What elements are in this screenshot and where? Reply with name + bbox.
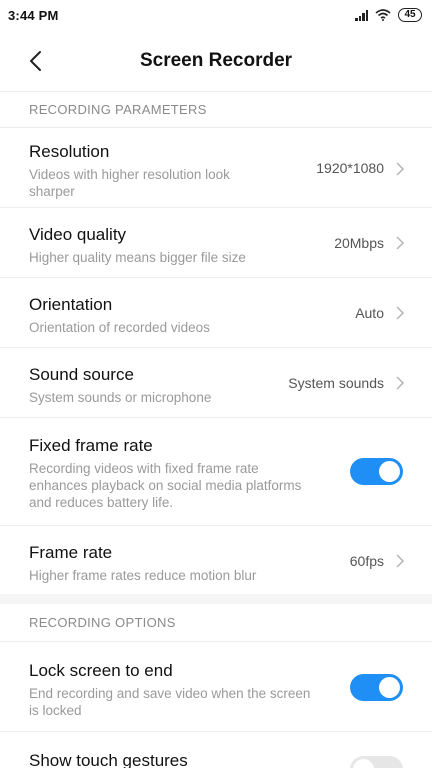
setting-subtitle: Higher quality means bigger file size <box>29 250 246 265</box>
setting-subtitle: is locked <box>29 703 82 718</box>
toggle-knob <box>353 759 374 768</box>
setting-title: Orientation <box>29 295 113 314</box>
toggle-knob <box>379 461 400 482</box>
section-header-parameters: RECORDING PARAMETERS <box>0 91 432 127</box>
section-header-options: RECORDING OPTIONS <box>0 604 432 640</box>
setting-title: Lock screen to end <box>29 661 173 680</box>
wifi-icon <box>375 9 391 21</box>
setting-video-quality[interactable]: Video quality Higher quality means bigge… <box>0 208 432 278</box>
setting-orientation[interactable]: Orientation Orientation of recorded vide… <box>0 278 432 348</box>
chevron-right-icon <box>394 375 406 391</box>
setting-frame-rate[interactable]: Frame rate Higher frame rates reduce mot… <box>0 526 432 594</box>
setting-fixed-frame-rate: Fixed frame rate Recording videos with f… <box>0 418 432 526</box>
fixed-frame-rate-toggle[interactable] <box>350 458 403 485</box>
toggle-knob <box>379 677 400 698</box>
setting-value: 60fps <box>349 553 384 569</box>
setting-subtitle: Recording videos with fixed frame rate <box>29 461 259 476</box>
setting-lock-screen-to-end: Lock screen to end End recording and sav… <box>0 642 432 732</box>
status-time: 3:44 PM <box>8 7 59 23</box>
setting-subtitle: Higher frame rates reduce motion blur <box>29 568 257 583</box>
chevron-right-icon <box>394 305 406 321</box>
screen: 3:44 PM 45 Screen Recorder RECORDING PAR… <box>0 0 432 768</box>
setting-subtitle: Videos with higher resolution look <box>29 167 230 182</box>
back-button[interactable] <box>18 44 52 78</box>
setting-subtitle: Orientation of recorded videos <box>29 320 210 335</box>
setting-sound-source[interactable]: Sound source System sounds or microphone… <box>0 348 432 418</box>
status-bar: 3:44 PM 45 <box>0 0 432 30</box>
lock-screen-toggle[interactable] <box>350 674 403 701</box>
chevron-left-icon <box>30 51 41 71</box>
setting-value: 20Mbps <box>334 235 384 251</box>
chevron-right-icon <box>394 235 406 251</box>
setting-title: Show touch gestures <box>29 751 188 768</box>
status-icons: 45 <box>355 8 422 22</box>
section-label: RECORDING PARAMETERS <box>29 101 207 117</box>
setting-title: Resolution <box>29 142 110 161</box>
section-label: RECORDING OPTIONS <box>29 614 176 630</box>
setting-title: Fixed frame rate <box>29 436 153 455</box>
setting-subtitle: enhances playback on social media platfo… <box>29 478 302 493</box>
header: Screen Recorder <box>0 30 432 92</box>
battery-icon: 45 <box>398 8 422 22</box>
setting-title: Frame rate <box>29 543 113 562</box>
setting-title: Sound source <box>29 365 134 384</box>
setting-subtitle: and reduces battery life. <box>29 495 174 510</box>
setting-value: Auto <box>355 305 384 321</box>
setting-value: System sounds <box>288 375 384 391</box>
chevron-right-icon <box>394 553 406 569</box>
setting-show-touch-gestures: Show touch gestures <box>0 732 432 768</box>
setting-title: Video quality <box>29 225 127 244</box>
setting-subtitle: End recording and save video when the sc… <box>29 686 311 701</box>
signal-icon <box>355 9 368 21</box>
setting-resolution[interactable]: Resolution Videos with higher resolution… <box>0 128 432 208</box>
battery-level: 45 <box>404 9 416 20</box>
show-touch-toggle[interactable] <box>350 756 403 768</box>
setting-subtitle: System sounds or microphone <box>29 390 212 405</box>
chevron-right-icon <box>394 161 406 177</box>
setting-subtitle: sharper <box>29 184 75 199</box>
page-title: Screen Recorder <box>139 50 293 71</box>
setting-value: 1920*1080 <box>316 160 384 176</box>
section-gap <box>0 594 432 604</box>
